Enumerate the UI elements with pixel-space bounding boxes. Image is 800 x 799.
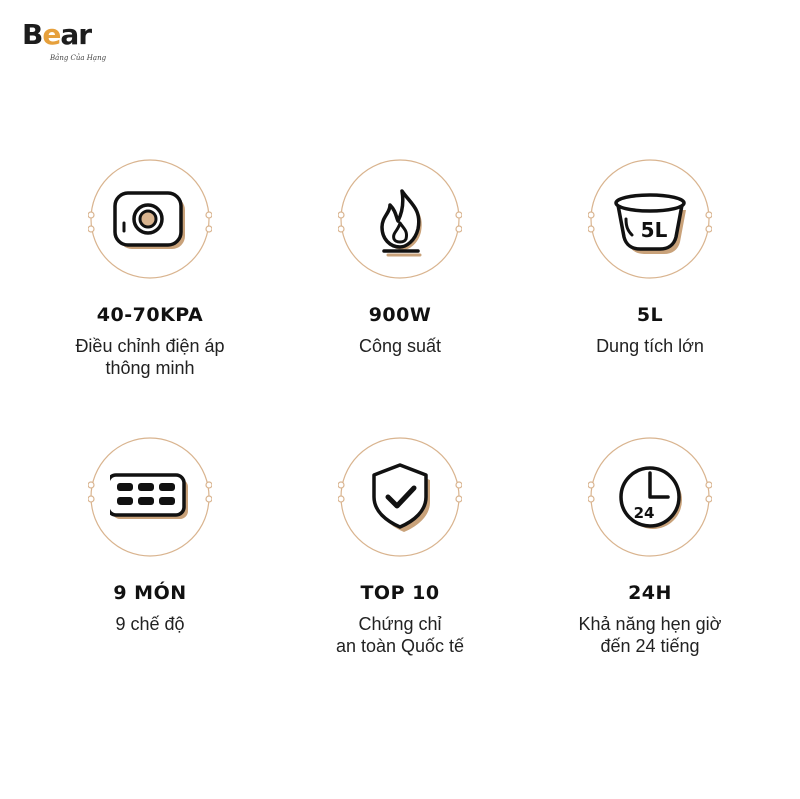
feature-capacity: 5L 5L Dung tích lớn [530,157,770,357]
feature-title: 40-70KPA [96,304,204,326]
feature-description: Khả năng hẹn giờ đến 24 tiếng [578,614,722,656]
feature-icon-ring: 5L [588,157,712,281]
feature-title: 900W [368,304,432,326]
pressure-gauge-icon [113,191,185,249]
feature-title: 9 MÓN [113,582,187,604]
feature-icon-ring [338,157,462,281]
feature-description: Chứng chỉ an toàn Quốc tế [335,614,465,656]
feature-timer: 24 24H Khả năng hẹn giờ đến 24 tiếng [530,435,770,657]
feature-description: Dung tích lớn [596,336,704,356]
pot-capacity-icon: 5L [614,193,686,254]
feature-menus: 9 MÓN 9 chế độ [30,435,270,635]
flame-icon [380,189,422,257]
feature-description: Công suất [358,336,442,356]
shield-check-icon [372,463,430,532]
svg-text:24: 24 [634,504,655,522]
feature-power: 900W Công suất [280,157,520,357]
brand-logo: Bear Bảng Của Hạng [22,18,112,70]
feature-description: 9 chế độ [115,614,185,634]
brand-name: Bear [22,18,92,51]
feature-title: TOP 10 [360,582,440,604]
feature-icon-ring: 24 [588,435,712,559]
feature-certificate: TOP 10 Chứng chỉ an toàn Quốc tế [280,435,520,657]
menu-modes-icon [110,473,188,519]
feature-title: 5L [636,304,664,326]
clock-24-icon: 24 [619,466,682,529]
feature-icon-ring [88,157,212,281]
feature-description: Điều chỉnh điện áp thông minh [75,336,225,378]
feature-icon-ring [88,435,212,559]
feature-icon-ring [338,435,462,559]
svg-text:5L: 5L [641,218,668,242]
feature-pressure: 40-70KPA Điều chỉnh điện áp thông minh [30,157,270,379]
feature-title: 24H [628,582,672,604]
brand-tagline: Bảng Của Hạng [50,54,107,62]
